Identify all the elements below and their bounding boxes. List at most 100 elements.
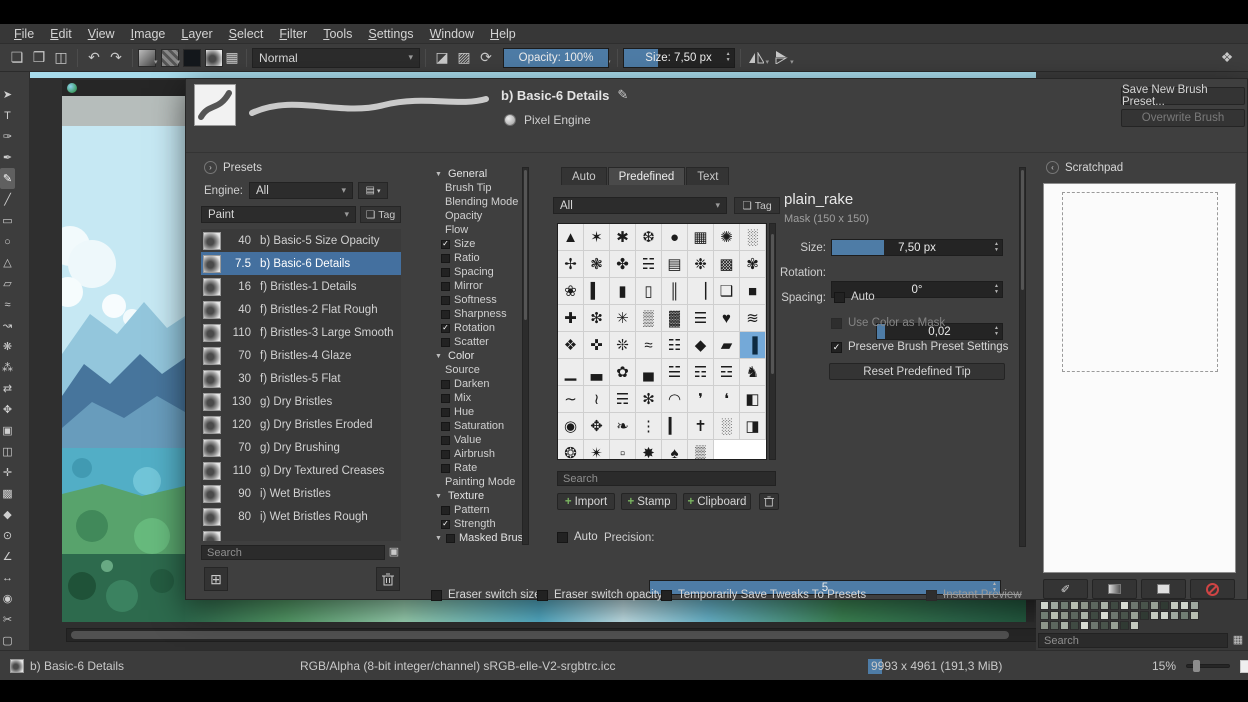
preset-row[interactable]: 130g) Dry Bristles [201,390,401,413]
brush-tip-cell[interactable]: ◉ [558,413,584,440]
brush-tip-cell[interactable]: ✝ [688,413,714,440]
preset-row[interactable]: 16f) Bristles-1 Details [201,275,401,298]
redo-icon[interactable]: ↷ [105,47,127,69]
palette-swatch[interactable] [1140,601,1149,610]
option-checkbox[interactable] [441,324,450,333]
eraser-switch-size-checkbox[interactable] [431,590,442,601]
freehand-brush-tool[interactable]: ✎ [0,168,15,189]
brush-tip-cell[interactable]: ≋ [740,305,766,332]
palette-swatch[interactable] [1100,611,1109,620]
brush-tip-cell[interactable]: ✶ [584,224,610,251]
preserve-alpha-icon[interactable]: ▨ [453,47,475,69]
brush-preset-chooser[interactable] [205,49,223,67]
edit-shapes-tool[interactable]: ✑ [0,126,15,147]
move-tool[interactable]: ✥ [0,399,15,420]
option-rate[interactable]: Rate [433,461,519,475]
brush-tip-cell[interactable]: ✳ [610,305,636,332]
tip-size-slider[interactable]: 7,50 px ▲▼ [831,239,1003,256]
option-checkbox[interactable] [441,464,450,473]
option-rotation[interactable]: Rotation [433,321,519,335]
new-document-icon[interactable]: ❏ [6,47,28,69]
preset-row[interactable]: 70f) Bristles-4 Glaze [201,344,401,367]
option-opacity[interactable]: Opacity [433,209,519,223]
scratchpad-collapse-header[interactable]: ‹ Scratchpad [1046,161,1123,174]
brush-tip-cell[interactable]: ✺ [714,224,740,251]
option-flow[interactable]: Flow [433,223,519,237]
option-checkbox[interactable] [441,338,450,347]
mirror-vertical-icon[interactable] [770,47,792,69]
brush-tip-cell[interactable]: ▫ [610,440,636,460]
palette-swatch[interactable] [1130,601,1139,610]
brush-tip-cell[interactable]: ▮ [610,278,636,305]
tip-search-input[interactable]: Search [557,471,776,486]
brush-tip-cell[interactable]: ☶ [688,359,714,386]
scratchpad-paint-button[interactable]: ✐ [1043,579,1088,599]
option-general[interactable]: ▼General [433,167,519,181]
stamp-tip-button[interactable]: +Stamp [621,493,677,510]
preset-row[interactable] [201,528,401,541]
brush-tip-cell[interactable]: ❀ [558,278,584,305]
palette-swatch[interactable] [1150,611,1159,620]
overwrite-brush-button[interactable]: Overwrite Brush [1121,109,1245,127]
palette-swatch[interactable] [1180,611,1189,620]
option-brush-tip[interactable]: Brush Tip [433,181,519,195]
palette-swatch[interactable] [1100,601,1109,610]
option-checkbox[interactable] [441,254,450,263]
palette-swatch[interactable] [1070,621,1079,630]
brush-tip-cell[interactable]: ▕ [688,278,714,305]
option-blending-mode[interactable]: Blending Mode [433,195,519,209]
brush-tip-cell[interactable]: ♥ [714,305,740,332]
precision-slider[interactable]: 5 ▲▼ [649,580,1001,595]
size-slider[interactable]: Size: 7,50 px ▲▼ [623,48,735,68]
open-document-icon[interactable]: ❒ [28,47,50,69]
bezier-curve-tool[interactable]: ≈ [0,294,15,315]
brush-tip-cell[interactable]: ▎ [662,413,688,440]
option-color[interactable]: ▼Color [433,349,519,363]
brush-tip-cell[interactable]: ▦ [688,224,714,251]
palette-swatch[interactable] [1140,611,1149,620]
brush-tip-cell[interactable]: ▩ [714,251,740,278]
mirror-horizontal-icon[interactable] [746,47,768,69]
tip-spacing-spin[interactable]: ▲▼ [992,324,1001,339]
brush-tip-cell[interactable]: ◆ [688,332,714,359]
blending-mode-combo[interactable]: Normal ▾ [252,48,420,68]
brush-tip-cell[interactable]: ▤ [662,251,688,278]
tip-grid-scrollbar[interactable] [769,223,776,460]
option-spacing[interactable]: Spacing [433,265,519,279]
ellipse-tool[interactable]: ○ [0,231,15,252]
tab-auto[interactable]: Auto [561,167,607,185]
brush-tip-cell[interactable]: ❛ [714,386,740,413]
brush-tip-cell[interactable]: ❂ [558,440,584,460]
eraser-switch-opacity-checkbox[interactable] [537,590,548,601]
brush-tip-cell[interactable]: ❊ [610,332,636,359]
option-texture[interactable]: ▼Texture [433,489,519,503]
palette-swatch[interactable] [1080,601,1089,610]
tab-predefined[interactable]: Predefined [608,167,686,185]
preset-row[interactable]: 110f) Bristles-3 Large Smooth [201,321,401,344]
tip-tag-button[interactable]: ❏Tag [734,197,780,214]
preset-search-input[interactable]: Search [201,545,385,560]
undo-icon[interactable]: ↶ [83,47,105,69]
preset-row[interactable]: 70g) Dry Brushing [201,436,401,459]
search-options-icon[interactable]: ▣ [386,543,402,559]
import-resource-button[interactable]: ⊞ [204,567,228,591]
menu-item-filter[interactable]: Filter [271,25,315,43]
option-softness[interactable]: Softness [433,293,519,307]
option-hue[interactable]: Hue [433,405,519,419]
horizontal-scrollbar[interactable]: ▸ [66,628,1050,642]
palette-swatch[interactable] [1050,601,1059,610]
palette-swatch[interactable] [1100,621,1109,630]
option-sharpness[interactable]: Sharpness [433,307,519,321]
brush-tip-cell[interactable]: ∼ [558,386,584,413]
multibrush-tool[interactable]: ⁂ [0,357,15,378]
brush-tip-cell[interactable]: ✻ [636,386,662,413]
palette-swatch[interactable] [1120,601,1129,610]
canvas-only-mode-icon[interactable] [1240,660,1248,673]
preserve-settings-checkbox[interactable] [831,342,842,353]
brush-tip-cell[interactable]: ≀ [584,386,610,413]
brush-tip-cell[interactable]: ♠ [662,440,688,460]
option-size[interactable]: Size [433,237,519,251]
brush-tip-cell[interactable]: ▓ [662,305,688,332]
palette-swatch[interactable] [1180,601,1189,610]
brush-tip-cell[interactable]: ⋮ [636,413,662,440]
